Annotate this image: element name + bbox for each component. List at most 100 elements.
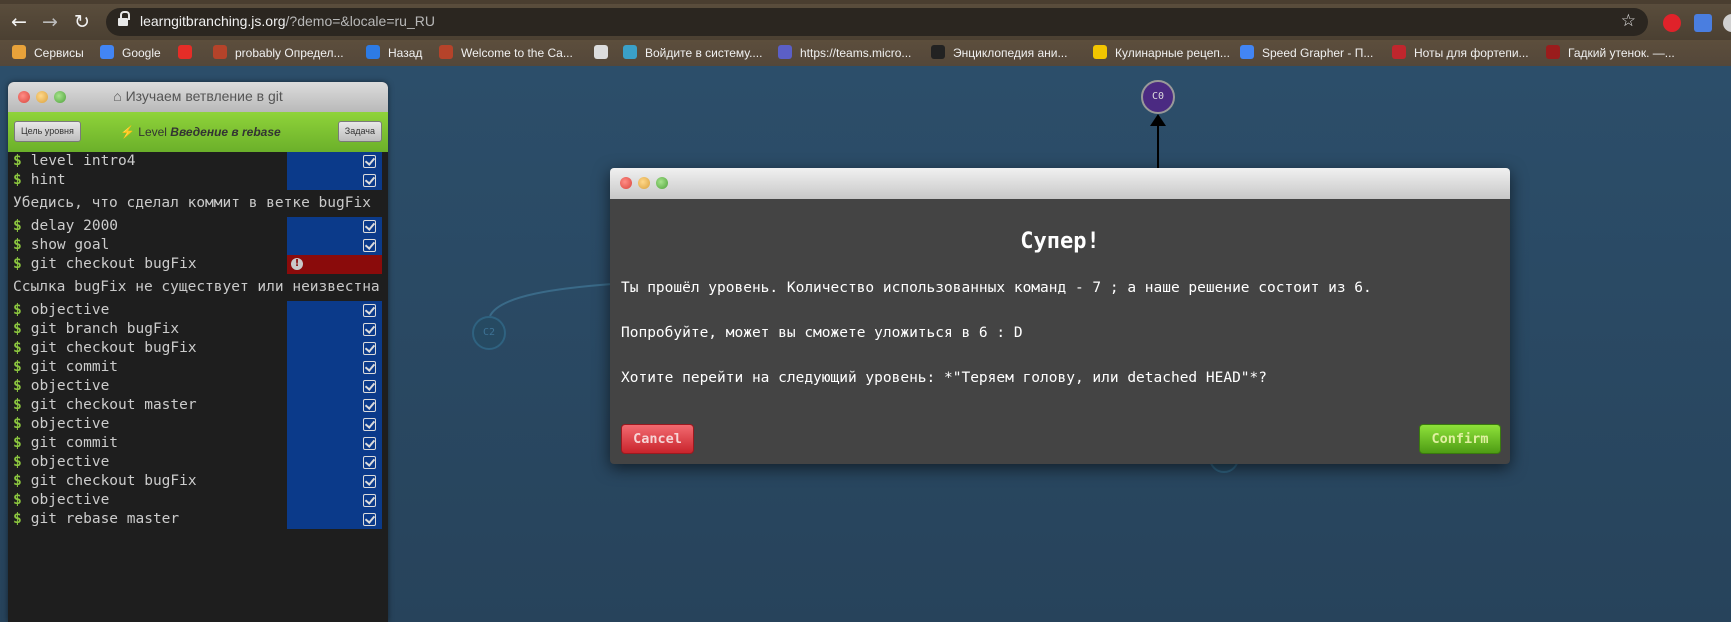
command-text: objective [30,378,110,394]
command-line: $ git branch bugFix [8,320,388,339]
dialog-hint-text: Попробуйте, может вы сможете уложиться в… [621,325,1023,341]
dialog-next-level-text: Хотите перейти на следующий уровень: *"Т… [621,370,1268,386]
prompt-symbol: $ [13,473,22,489]
error-icon: ! [291,258,303,270]
checkmark-icon [363,361,376,374]
command-line: $ objective [8,301,388,320]
command-line: $ delay 2000 [8,217,388,236]
level-label: ⚡ Level Введение в rebase [120,125,281,139]
command-status-ok [287,236,382,255]
checkmark-icon [363,399,376,412]
panel-titlebar: ⌂ Изучаем ветвление в git [8,82,388,112]
command-status-ok [287,320,382,339]
command-text: objective [30,492,110,508]
command-text: git rebase master [30,511,180,527]
prompt-symbol: $ [13,340,22,356]
command-status-error: ! [287,255,382,274]
prompt-symbol: $ [13,256,22,272]
command-status-ok [287,510,382,529]
checkmark-icon [363,323,376,336]
prompt-symbol: $ [13,454,22,470]
checkmark-icon [363,380,376,393]
level-goal-button[interactable]: Цель уровня [14,121,81,142]
command-message: Ссылка bugFix не существует или неизвест… [13,279,380,295]
prompt-symbol: $ [13,153,22,169]
command-line: ! $ git checkout bugFix [8,255,388,274]
command-history: $ level intro4 $ hint Убедись, что сделал ко… [8,152,388,529]
command-text: git branch bugFix [30,321,180,337]
prompt-symbol: $ [13,218,22,234]
prompt-symbol: $ [13,172,22,188]
prompt-symbol: $ [13,359,22,375]
command-text: git commit [30,359,119,375]
task-button[interactable]: Задача [337,121,382,142]
command-status-ok [287,152,382,171]
command-text: git checkout bugFix [30,340,197,356]
commit-node-c0[interactable]: C0 [1141,80,1175,114]
command-status-ok [287,415,382,434]
command-line: $ git checkout bugFix [8,339,388,358]
checkmark-icon [363,174,376,187]
command-status-ok [287,171,382,190]
panel-title-text: Изучаем ветвление в git [125,88,283,104]
command-line: $ git rebase master [8,510,388,529]
checkmark-icon [363,342,376,355]
level-prefix: ⚡ Level [120,125,171,139]
command-status-ok [287,453,382,472]
checkmark-icon [363,155,376,168]
minimize-dot-icon[interactable] [638,177,650,189]
checkmark-icon [363,304,376,317]
command-line: $ git commit [8,358,388,377]
command-status-ok [287,339,382,358]
commit-node-c2[interactable]: C2 [472,316,506,350]
command-status-ok [287,491,382,510]
command-text: show goal [30,237,110,253]
checkmark-icon [363,456,376,469]
command-text: objective [30,302,110,318]
prompt-symbol: $ [13,435,22,451]
command-status-ok [287,217,382,236]
cancel-button[interactable]: Cancel [621,424,694,454]
prompt-symbol: $ [13,511,22,527]
command-line: $ hint [8,171,388,190]
checkmark-icon [363,239,376,252]
prompt-symbol: $ [13,321,22,337]
command-status-ok [287,358,382,377]
checkmark-icon [363,475,376,488]
prompt-symbol: $ [13,397,22,413]
command-message: Убедись, что сделал коммит в ветке bugFi… [13,195,371,211]
command-text: git checkout bugFix [30,256,197,272]
command-line: $ objective [8,377,388,396]
command-status-ok [287,396,382,415]
command-text: objective [30,454,110,470]
level-bar: Цель уровня ⚡ Level Введение в rebase За… [8,112,388,152]
checkmark-icon [363,437,376,450]
command-status-ok [287,377,382,396]
command-line: $ show goal [8,236,388,255]
close-dot-icon[interactable] [620,177,632,189]
checkmark-icon [363,494,376,507]
command-text: hint [30,172,66,188]
confirm-button[interactable]: Confirm [1419,424,1501,454]
prompt-symbol: $ [13,302,22,318]
command-text: git commit [30,435,119,451]
command-line: $ level intro4 [8,152,388,171]
level-name: Введение в rebase [170,125,281,139]
maximize-dot-icon[interactable] [656,177,668,189]
home-icon: ⌂ [113,88,122,104]
dialog-heading: Супер! [1020,229,1100,254]
prompt-symbol: $ [13,237,22,253]
command-line: $ git commit [8,434,388,453]
command-status-ok [287,434,382,453]
command-text: git checkout bugFix [30,473,197,489]
command-line: $ git checkout master [8,396,388,415]
level-complete-dialog: Супер! Ты прошёл уровень. Количество исп… [610,168,1510,464]
checkmark-icon [363,418,376,431]
checkmark-icon [363,220,376,233]
checkmark-icon [363,513,376,526]
command-panel: ⌂ Изучаем ветвление в git Цель уровня ⚡ … [8,82,388,622]
dialog-titlebar [610,168,1510,199]
prompt-symbol: $ [13,416,22,432]
graph-edge [489,283,613,317]
command-text: level intro4 [30,153,136,169]
